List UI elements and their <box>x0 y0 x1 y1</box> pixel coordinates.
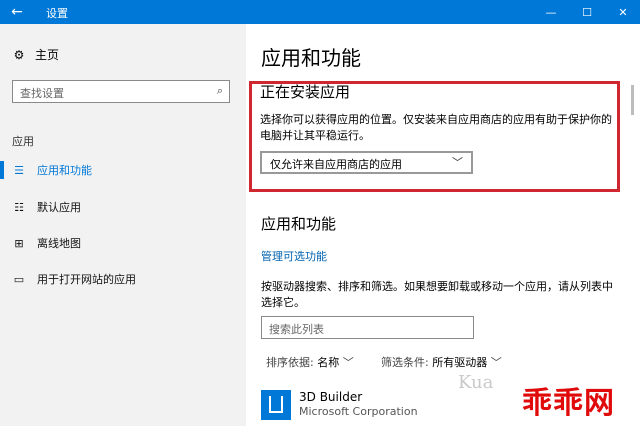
sidebar-item-label: 用于打开网站的应用 <box>37 273 136 286</box>
sidebar-section-label: 应用 <box>12 135 34 148</box>
sidebar-item-label: 应用和功能 <box>37 164 92 177</box>
sidebar-item-offline-maps[interactable]: ⊞ 离线地图 <box>0 232 246 254</box>
app-list-search-input[interactable]: 搜索此列表 <box>261 316 474 339</box>
sidebar-item-apps-features[interactable]: ☰ 应用和功能 <box>0 159 246 181</box>
default-apps-icon: ☷ <box>14 200 24 214</box>
filter-dropdown[interactable]: 筛选条件: 所有驱动器 ﹀ <box>381 354 502 370</box>
sidebar: ⚙ 主页 查找设置 ⌕ 应用 ☰ 应用和功能 ☷ 默认应用 ⊞ 离线地图 ▭ 用… <box>0 24 246 426</box>
chevron-down-icon: ﹀ <box>452 156 463 169</box>
close-icon[interactable]: ✕ <box>606 0 640 24</box>
watermark-logo-text: 乖乖网 <box>522 386 615 421</box>
install-source-select[interactable]: 仅允许来自应用商店的应用 ﹀ <box>260 151 473 174</box>
apps-description: 按驱动器搜索、排序和筛选。如果想要卸载或移动一个应用，请从列表中选择它。 <box>261 280 613 309</box>
apps-section-title: 应用和功能 <box>261 215 337 233</box>
manage-optional-features-link[interactable]: 管理可选功能 <box>261 248 327 264</box>
install-section-title: 正在安装应用 <box>260 83 351 101</box>
window-title: 设置 <box>46 7 68 20</box>
sidebar-home-label: 主页 <box>35 48 60 62</box>
chevron-down-icon: ﹀ <box>490 356 502 369</box>
search-placeholder: 搜索此列表 <box>269 323 324 336</box>
back-arrow-icon[interactable]: ← <box>0 0 34 24</box>
select-value: 仅允许来自应用商店的应用 <box>270 158 402 171</box>
gear-icon: ⚙ <box>13 47 25 62</box>
sidebar-item-apps-for-websites[interactable]: ▭ 用于打开网站的应用 <box>0 268 246 290</box>
watermark-logo: 乖乖网 <box>513 372 640 426</box>
app-name[interactable]: 3D Builder <box>299 390 362 404</box>
map-icon: ⊞ <box>14 236 24 250</box>
scrollbar-thumb[interactable] <box>631 85 634 115</box>
list-icon: ☰ <box>14 163 24 177</box>
3d-builder-icon <box>261 390 291 420</box>
sort-label: 排序依据: <box>266 356 314 369</box>
watermark-text: Kua <box>458 372 494 393</box>
page-title: 应用和功能 <box>261 46 361 70</box>
chevron-down-icon: ﹀ <box>342 356 354 369</box>
search-icon[interactable]: ⌕ <box>217 84 223 98</box>
sort-dropdown[interactable]: 排序依据: 名称 ﹀ <box>266 354 354 370</box>
search-placeholder: 查找设置 <box>20 87 64 100</box>
sidebar-item-label: 离线地图 <box>37 237 81 250</box>
website-icon: ▭ <box>13 272 25 286</box>
sidebar-home[interactable]: ⚙ 主页 <box>12 46 59 63</box>
sort-value: 名称 <box>317 356 340 369</box>
minimize-icon[interactable]: — <box>534 0 568 24</box>
settings-search-input[interactable]: 查找设置 ⌕ <box>12 80 230 103</box>
title-bar: ← 设置 — ☐ ✕ <box>0 0 640 24</box>
filter-label: 筛选条件: <box>381 356 429 369</box>
sidebar-item-default-apps[interactable]: ☷ 默认应用 <box>0 196 246 218</box>
main-content: 应用和功能 正在安装应用 选择你可以获得应用的位置。仅安装来自应用商店的应用有助… <box>246 24 640 426</box>
maximize-icon[interactable]: ☐ <box>570 0 604 24</box>
install-description: 选择你可以获得应用的位置。仅安装来自应用商店的应用有助于保护你的电脑并让其平稳运… <box>260 113 612 142</box>
app-publisher: Microsoft Corporation <box>299 405 418 418</box>
filter-value: 所有驱动器 <box>432 356 488 369</box>
sidebar-item-label: 默认应用 <box>37 201 81 214</box>
active-marker <box>0 161 4 179</box>
